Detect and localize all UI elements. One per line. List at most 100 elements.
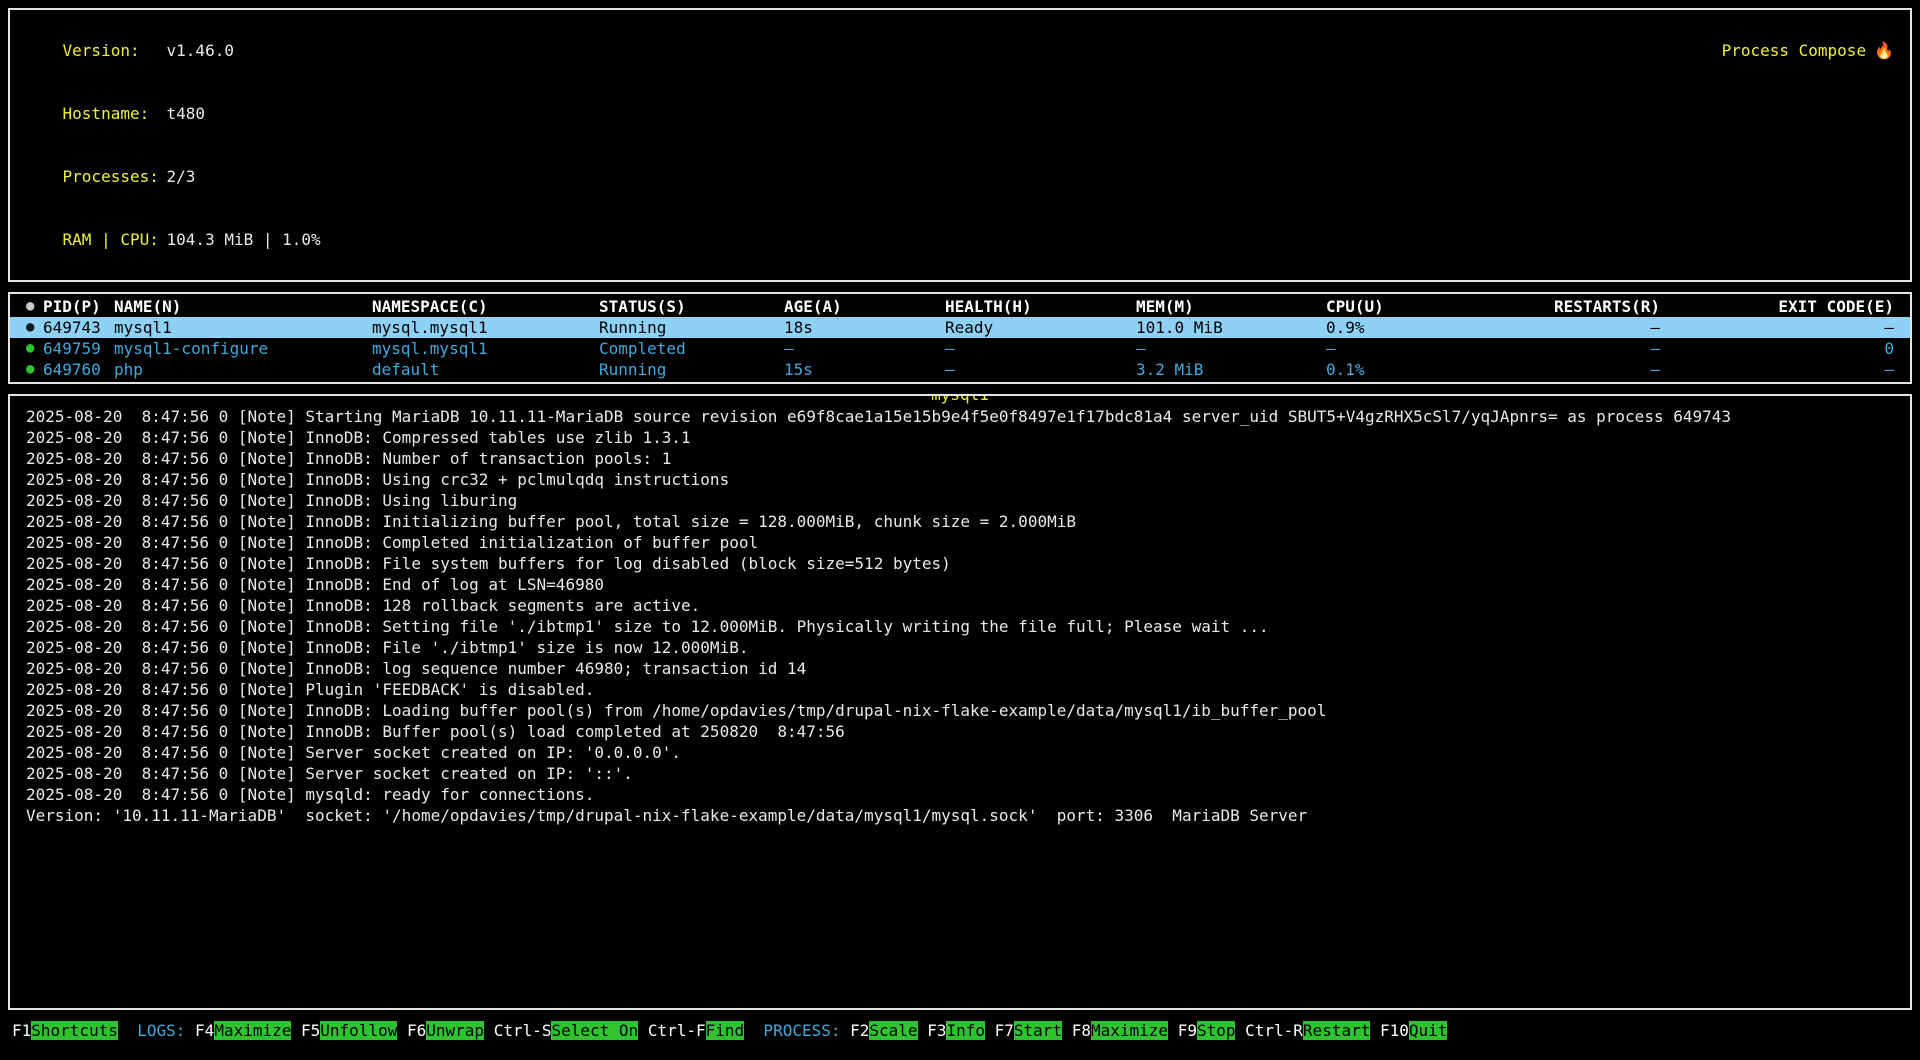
log-line: 2025-08-20 8:47:56 0 [Note] InnoDB: Init… (26, 511, 1894, 532)
log-line: 2025-08-20 8:47:56 0 [Note] Plugin 'FEED… (26, 679, 1894, 700)
shortcut-info-button[interactable]: Info (946, 1021, 985, 1040)
shortcut-quit-button[interactable]: Quit (1409, 1021, 1448, 1040)
ram-cpu-line: RAM | CPU:104.3 MiB | 1.0% (24, 208, 1896, 271)
log-line: 2025-08-20 8:47:56 0 [Note] InnoDB: Load… (26, 700, 1894, 721)
shortcut-key-f4: F4 (195, 1021, 214, 1040)
log-line: 2025-08-20 8:47:56 0 [Note] InnoDB: Usin… (26, 490, 1894, 511)
cell-pid: 649760 (43, 359, 114, 380)
log-line: 2025-08-20 8:47:56 0 [Note] InnoDB: Numb… (26, 448, 1894, 469)
cell-namespace: mysql.mysql1 (372, 338, 599, 359)
version-label: Version: (63, 40, 167, 61)
process-row-mysql1-configure[interactable]: ● 649759 mysql1-configure mysql.mysql1 C… (10, 338, 1910, 359)
log-line: 2025-08-20 8:47:56 0 [Note] InnoDB: log … (26, 658, 1894, 679)
cell-age: 18s (784, 317, 945, 338)
ram-cpu-label: RAM | CPU: (63, 229, 167, 250)
cell-namespace: mysql.mysql1 (372, 317, 599, 338)
column-header-pid: PID(P) (43, 296, 114, 317)
hostname-label: Hostname: (63, 103, 167, 124)
process-row-php[interactable]: ● 649760 php default Running 15s – 3.2 M… (10, 359, 1910, 380)
cell-status: Running (599, 359, 784, 380)
cell-age: – (784, 338, 945, 359)
process-table: ● PID(P) NAME(N) NAMESPACE(C) STATUS(S) … (8, 292, 1912, 384)
cell-exit-code: 0 (1660, 338, 1894, 359)
app-title-text: Process Compose (1722, 41, 1867, 60)
shortcut-key-f10: F10 (1380, 1021, 1409, 1040)
log-lines: 2025-08-20 8:47:56 0 [Note] Starting Mar… (26, 406, 1894, 826)
log-line: 2025-08-20 8:47:56 0 [Note] Server socke… (26, 742, 1894, 763)
shortcut-unwrap-button[interactable]: Unwrap (426, 1021, 484, 1040)
shortcut-find-button[interactable]: Find (706, 1021, 745, 1040)
cell-health: Ready (945, 317, 1136, 338)
shortcut-key-f7: F7 (995, 1021, 1014, 1040)
column-header-namespace: NAMESPACE(C) (372, 296, 599, 317)
cell-mem: – (1136, 338, 1326, 359)
log-line: 2025-08-20 8:47:56 0 [Note] InnoDB: Comp… (26, 427, 1894, 448)
status-dot-icon: ● (26, 317, 43, 338)
shortcut-key-f5: F5 (301, 1021, 320, 1040)
cell-health: – (945, 338, 1136, 359)
hostname-value: t480 (167, 104, 206, 123)
log-line: Version: '10.11.11-MariaDB' socket: '/ho… (26, 805, 1894, 826)
cell-exit-code: – (1660, 359, 1894, 380)
cell-name: mysql1 (114, 317, 372, 338)
table-header-row: ● PID(P) NAME(N) NAMESPACE(C) STATUS(S) … (10, 296, 1910, 317)
cell-age: 15s (784, 359, 945, 380)
cell-status: Running (599, 317, 784, 338)
process-compose-app: { "palette": { "background": "#000000", … (0, 0, 1920, 1060)
shortcut-key-f8: F8 (1072, 1021, 1091, 1040)
column-header-cpu: CPU(U) (1326, 296, 1488, 317)
shortcut-select-on-button[interactable]: Select On (551, 1021, 638, 1040)
version-value: v1.46.0 (167, 41, 234, 60)
cell-cpu: 0.1% (1326, 359, 1488, 380)
column-header-health: HEALTH(H) (945, 296, 1136, 317)
cell-namespace: default (372, 359, 599, 380)
cell-restarts: – (1488, 338, 1660, 359)
log-panel-title: mysql1 (930, 394, 990, 405)
log-panel[interactable]: mysql1 2025-08-20 8:47:56 0 [Note] Start… (8, 394, 1912, 1010)
log-line: 2025-08-20 8:47:56 0 [Note] InnoDB: End … (26, 574, 1894, 595)
column-header-restarts: RESTARTS(R) (1488, 296, 1660, 317)
shortcut-maximize-button[interactable]: Maximize (1091, 1021, 1168, 1040)
cell-restarts: – (1488, 317, 1660, 338)
log-line: 2025-08-20 8:47:56 0 [Note] InnoDB: Comp… (26, 532, 1894, 553)
status-bar-section-process: PROCESS: (754, 1021, 850, 1040)
cell-cpu: – (1326, 338, 1488, 359)
shortcut-key-ctrl-f: Ctrl-F (648, 1021, 706, 1040)
version-line: Version:v1.46.0 (24, 19, 1896, 82)
processes-line: Processes:2/3 (24, 145, 1896, 208)
cell-mem: 101.0 MiB (1136, 317, 1326, 338)
column-header-name: NAME(N) (114, 296, 372, 317)
log-line: 2025-08-20 8:47:56 0 [Note] Starting Mar… (26, 406, 1894, 427)
process-row-mysql1[interactable]: ● 649743 mysql1 mysql.mysql1 Running 18s… (10, 317, 1910, 338)
log-line: 2025-08-20 8:47:56 0 [Note] InnoDB: Sett… (26, 616, 1894, 637)
processes-value: 2/3 (167, 167, 196, 186)
log-line: 2025-08-20 8:47:56 0 [Note] InnoDB: Usin… (26, 469, 1894, 490)
log-line: 2025-08-20 8:47:56 0 [Note] InnoDB: File… (26, 637, 1894, 658)
hostname-line: Hostname:t480 (24, 82, 1896, 145)
log-line: 2025-08-20 8:47:56 0 [Note] Server socke… (26, 763, 1894, 784)
cell-mem: 3.2 MiB (1136, 359, 1326, 380)
cell-pid: 649743 (43, 317, 114, 338)
processes-label: Processes: (63, 166, 167, 187)
cell-pid: 649759 (43, 338, 114, 359)
shortcut-shortcuts-button[interactable]: Shortcuts (31, 1021, 118, 1040)
shortcut-key-f2: F2 (850, 1021, 869, 1040)
app-title: Process Compose🔥 (1683, 19, 1894, 82)
cell-name: php (114, 359, 372, 380)
shortcut-restart-button[interactable]: Restart (1303, 1021, 1370, 1040)
status-dot-icon: ● (26, 359, 43, 380)
shortcut-maximize-button[interactable]: Maximize (214, 1021, 291, 1040)
log-line: 2025-08-20 8:47:56 0 [Note] InnoDB: Buff… (26, 721, 1894, 742)
shortcut-start-button[interactable]: Start (1014, 1021, 1062, 1040)
shortcut-unfollow-button[interactable]: Unfollow (320, 1021, 397, 1040)
column-header-mem: MEM(M) (1136, 296, 1326, 317)
log-line: 2025-08-20 8:47:56 0 [Note] InnoDB: 128 … (26, 595, 1894, 616)
shortcut-stop-button[interactable]: Stop (1197, 1021, 1236, 1040)
column-header-age: AGE(A) (784, 296, 945, 317)
cell-health: – (945, 359, 1136, 380)
column-header-status: STATUS(S) (599, 296, 784, 317)
shortcut-key-ctrl-r: Ctrl-R (1245, 1021, 1303, 1040)
status-bar: F1Shortcuts LOGS: F4Maximize F5Unfollow … (8, 1020, 1912, 1042)
shortcut-scale-button[interactable]: Scale (869, 1021, 917, 1040)
status-dot-icon: ● (26, 296, 43, 317)
